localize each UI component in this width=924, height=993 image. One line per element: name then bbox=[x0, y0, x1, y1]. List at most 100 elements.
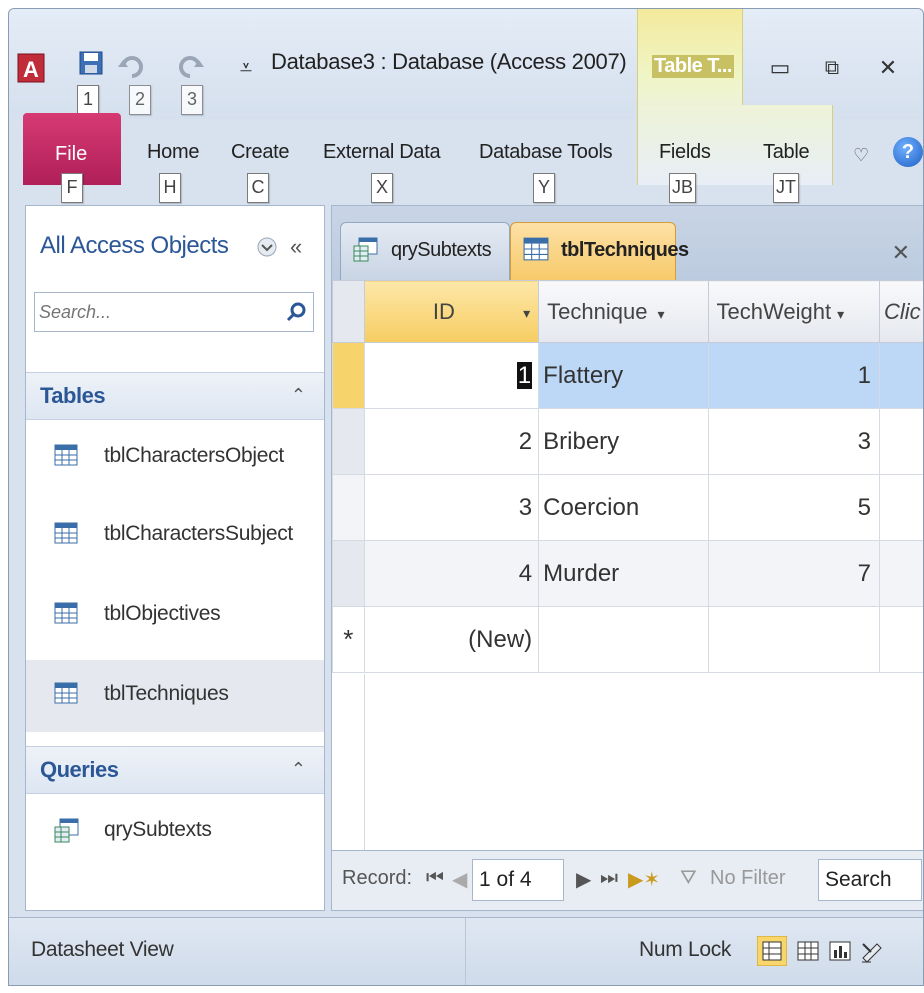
tab-fields[interactable]: Fields bbox=[659, 141, 711, 164]
cell-empty[interactable] bbox=[879, 342, 923, 409]
cell-empty[interactable] bbox=[879, 408, 923, 475]
column-header-technique[interactable]: Technique ▾ bbox=[538, 280, 709, 343]
row-selector[interactable] bbox=[332, 408, 365, 475]
cell-id[interactable]: 3 bbox=[363, 474, 540, 541]
row-selector[interactable] bbox=[332, 342, 365, 409]
column-header-label: Technique bbox=[547, 298, 648, 324]
restore-icon[interactable]: ⧉ bbox=[817, 53, 847, 83]
access-window: A ⩡ 1 2 3 Database3 : Database (Access 2… bbox=[8, 8, 924, 986]
save-icon[interactable] bbox=[77, 49, 107, 79]
keytip-home: H bbox=[159, 173, 181, 203]
pivot-chart-view-icon[interactable] bbox=[825, 936, 855, 966]
column-dropdown-icon[interactable]: ▾ bbox=[831, 306, 844, 322]
nav-menu-chevron-icon[interactable] bbox=[256, 236, 278, 258]
column-header-id[interactable]: ID ▾ bbox=[363, 280, 540, 343]
nav-item-tblcharacterssubject[interactable]: tblCharactersSubject bbox=[26, 500, 324, 572]
empty-row-selector-area bbox=[332, 674, 365, 852]
close-document-icon[interactable]: ✕ bbox=[892, 240, 910, 266]
nav-search-input[interactable] bbox=[39, 297, 275, 327]
close-icon[interactable]: ✕ bbox=[873, 53, 903, 83]
window-title: Database3 : Database (Access 2007) bbox=[271, 49, 627, 74]
tab-database-tools[interactable]: Database Tools bbox=[479, 141, 613, 164]
cell-empty[interactable] bbox=[879, 540, 923, 607]
nav-group-queries[interactable]: Queries ⌃ bbox=[26, 746, 324, 794]
table-icon bbox=[54, 522, 78, 544]
cell-technique[interactable]: Flattery bbox=[538, 342, 709, 409]
last-record-icon[interactable]: ⏭ bbox=[600, 867, 618, 890]
cell-empty[interactable] bbox=[707, 606, 881, 673]
cell-id[interactable]: 1 bbox=[363, 342, 540, 409]
datasheet-view-icon[interactable] bbox=[757, 936, 787, 966]
table-row[interactable]: 1 Flattery 1 bbox=[332, 342, 923, 409]
cell-techweight[interactable]: 5 bbox=[707, 474, 881, 541]
cell-technique[interactable]: Bribery bbox=[538, 408, 709, 475]
tab-create[interactable]: Create bbox=[231, 141, 290, 164]
tab-table[interactable]: Table bbox=[763, 141, 810, 164]
keytip-external-data: X bbox=[371, 173, 393, 203]
row-selector[interactable] bbox=[332, 540, 365, 607]
record-label: Record: bbox=[342, 867, 413, 889]
column-dropdown-icon[interactable]: ▾ bbox=[523, 299, 538, 322]
nav-header[interactable]: All Access Objects « bbox=[26, 206, 324, 278]
cell-empty[interactable] bbox=[879, 606, 923, 673]
cell-techweight[interactable]: 3 bbox=[707, 408, 881, 475]
filter-status[interactable]: No Filter bbox=[710, 867, 786, 890]
collapse-nav-icon[interactable]: « bbox=[290, 234, 302, 260]
cell-new[interactable]: (New) bbox=[363, 606, 540, 673]
collapse-group-icon[interactable]: ⌃ bbox=[291, 385, 306, 406]
keytip-create: C bbox=[247, 173, 269, 203]
row-selector[interactable] bbox=[332, 474, 365, 541]
help-icon[interactable]: ? bbox=[893, 137, 923, 167]
table-icon bbox=[54, 444, 78, 466]
column-header-techweight[interactable]: TechWeight ▾ bbox=[707, 280, 881, 343]
keytip-fields: JB bbox=[669, 173, 697, 203]
nav-item-tbltechniques[interactable]: tblTechniques bbox=[26, 660, 324, 732]
pivot-table-view-icon[interactable] bbox=[793, 936, 823, 966]
cell-techweight[interactable]: 1 bbox=[707, 342, 881, 409]
cell-empty[interactable] bbox=[879, 474, 923, 541]
select-all-cell[interactable] bbox=[332, 280, 365, 343]
ribbon-collapse-icon[interactable]: ♡ bbox=[853, 145, 869, 166]
search-icon[interactable] bbox=[285, 301, 307, 323]
nav-group-queries-label: Queries bbox=[40, 757, 119, 782]
datasheet-grid: ID ▾ Technique ▾ TechWeight ▾ Clic 1 Flatte… bbox=[332, 280, 923, 673]
column-header-click-to-add[interactable]: Clic bbox=[879, 280, 923, 343]
status-bar: Datasheet View Num Lock bbox=[9, 917, 923, 985]
record-search-box[interactable]: Search bbox=[818, 859, 922, 901]
first-record-icon[interactable]: ⏮ bbox=[426, 867, 444, 890]
keytip-file: F bbox=[61, 173, 83, 203]
minimize-icon[interactable]: ▭ bbox=[765, 53, 795, 83]
undo-icon[interactable] bbox=[117, 51, 147, 81]
filter-icon[interactable]: ⛛ bbox=[680, 867, 697, 890]
table-row[interactable]: 3 Coercion 5 bbox=[332, 474, 923, 541]
new-record-row[interactable]: * (New) bbox=[332, 606, 923, 673]
cell-id[interactable]: 4 bbox=[363, 540, 540, 607]
table-row[interactable]: 2 Bribery 3 bbox=[332, 408, 923, 475]
table-icon bbox=[54, 682, 78, 704]
collapse-group-icon[interactable]: ⌃ bbox=[291, 759, 306, 780]
nav-group-tables[interactable]: Tables ⌃ bbox=[26, 372, 324, 420]
next-record-icon[interactable]: ▶ bbox=[576, 867, 591, 892]
redo-icon[interactable] bbox=[175, 51, 205, 81]
nav-item-qrysubtexts[interactable]: qrySubtexts bbox=[26, 796, 324, 868]
cell-empty[interactable] bbox=[538, 606, 709, 673]
previous-record-icon[interactable]: ◀ bbox=[452, 867, 467, 892]
cell-technique[interactable]: Coercion bbox=[538, 474, 709, 541]
tab-external-data[interactable]: External Data bbox=[323, 141, 441, 164]
nav-item-tblobjectives[interactable]: tblObjectives bbox=[26, 580, 324, 652]
current-record-box[interactable]: 1 of 4 bbox=[472, 859, 564, 901]
design-view-icon[interactable] bbox=[857, 936, 887, 966]
doc-tab-tbltechniques[interactable]: tblTechniques bbox=[510, 222, 689, 280]
new-record-icon[interactable]: ▶✶ bbox=[628, 867, 660, 892]
tab-home[interactable]: Home bbox=[147, 141, 199, 164]
access-app-icon[interactable]: A bbox=[17, 53, 47, 83]
cell-technique[interactable]: Murder bbox=[538, 540, 709, 607]
cell-techweight[interactable]: 7 bbox=[707, 540, 881, 607]
nav-item-tblcharactersobject[interactable]: tblCharactersObject bbox=[26, 422, 324, 494]
customize-qat-icon[interactable]: ⩡ bbox=[231, 53, 261, 83]
cell-id[interactable]: 2 bbox=[363, 408, 540, 475]
nav-item-label: tblCharactersObject bbox=[104, 444, 284, 467]
doc-tab-qrysubtexts[interactable]: qrySubtexts bbox=[340, 222, 510, 280]
column-dropdown-icon[interactable]: ▾ bbox=[647, 306, 664, 322]
table-row[interactable]: 4 Murder 7 bbox=[332, 540, 923, 607]
